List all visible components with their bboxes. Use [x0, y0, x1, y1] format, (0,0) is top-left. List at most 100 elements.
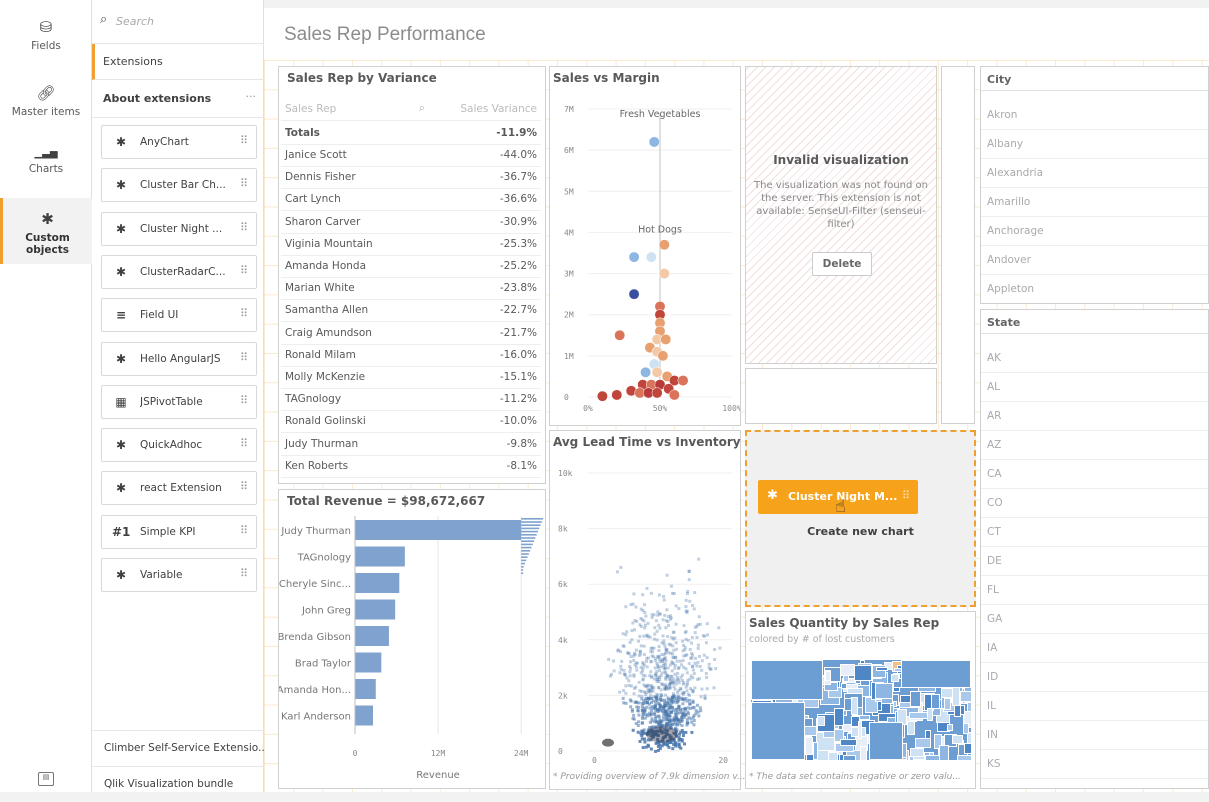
- lead-time-heatmap[interactable]: Avg Lead Time vs Inventory 0 2k 4k 6k 8k 10k 0…: [549, 430, 746, 790]
- treemap-tile[interactable]: [834, 708, 844, 727]
- filter-value[interactable]: CA: [981, 460, 1208, 489]
- scatter-point[interactable]: [657, 350, 669, 362]
- table-row[interactable]: Viginia Mountain -25.3%: [281, 234, 541, 256]
- treemap-tile[interactable]: [812, 742, 819, 760]
- treemap-tile[interactable]: [909, 747, 924, 757]
- drag-handle-icon[interactable]: ⠿: [240, 394, 248, 407]
- filter-value[interactable]: IN: [981, 721, 1208, 750]
- treemap-tile[interactable]: [817, 716, 825, 727]
- treemap-tile[interactable]: [939, 745, 950, 760]
- extension-item[interactable]: ✱ QuickAdhoc ⠿: [101, 428, 257, 463]
- treemap-tile[interactable]: [910, 690, 921, 707]
- drag-handle-icon[interactable]: ⠿: [240, 221, 248, 234]
- treemap-tile[interactable]: [751, 702, 805, 760]
- treemap-tile[interactable]: [751, 660, 823, 700]
- extension-item[interactable]: ▦ JSPivotTable ⠿: [101, 384, 257, 419]
- treemap-tile[interactable]: [963, 722, 969, 734]
- scatter-point[interactable]: [658, 268, 670, 280]
- treemap-tile[interactable]: [841, 682, 848, 689]
- drag-handle-icon[interactable]: ⠿: [240, 480, 248, 493]
- filter-value[interactable]: Akron: [981, 101, 1208, 130]
- treemap-tile[interactable]: [891, 673, 900, 682]
- state-filter[interactable]: State AK AL AR AZ CA CO CT DE FL GA IA ID IL IN KS: [980, 309, 1209, 789]
- col-header-sales-rep[interactable]: Sales Rep: [285, 103, 336, 115]
- filter-value[interactable]: AL: [981, 373, 1208, 402]
- drag-handle-icon[interactable]: ⠿: [240, 264, 248, 277]
- scatter-point[interactable]: [645, 251, 657, 263]
- table-row[interactable]: Janice Scott -44.0%: [281, 145, 541, 167]
- drag-handle-icon[interactable]: ⠿: [240, 307, 248, 320]
- treemap-tile[interactable]: [842, 675, 850, 683]
- bar[interactable]: [355, 652, 382, 673]
- treemap-tile[interactable]: [876, 666, 889, 672]
- treemap-tile[interactable]: [854, 664, 872, 681]
- variance-table[interactable]: Sales Rep by Variance Sales Rep ⌕ Sales …: [278, 66, 546, 484]
- filter-value[interactable]: Andover: [981, 246, 1208, 275]
- treemap-tile[interactable]: [915, 737, 932, 748]
- scatter-point[interactable]: [628, 288, 640, 300]
- bar[interactable]: [355, 705, 373, 726]
- scatter-point[interactable]: [677, 375, 689, 386]
- create-chart-dropzone[interactable]: ✱ Cluster Night M... ⠿ ☝ Create new char…: [745, 430, 976, 607]
- treemap-tile[interactable]: [802, 726, 817, 737]
- col-header-sales-variance[interactable]: Sales Variance: [460, 103, 537, 115]
- treemap-tile[interactable]: [901, 660, 971, 688]
- filter-value[interactable]: Alexandria: [981, 159, 1208, 188]
- scatter-point[interactable]: [596, 390, 608, 402]
- treemap-tile[interactable]: [850, 696, 858, 715]
- city-filter-header[interactable]: City: [981, 67, 1208, 91]
- filter-value[interactable]: AZ: [981, 431, 1208, 460]
- extension-item[interactable]: ✱ AnyChart ⠿: [101, 125, 257, 159]
- extension-item[interactable]: #1 Simple KPI ⠿: [101, 514, 257, 549]
- treemap-tile[interactable]: [840, 739, 858, 747]
- table-row[interactable]: Sharon Carver -30.9%: [281, 212, 541, 234]
- treemap-tile[interactable]: [907, 721, 915, 735]
- extension-item[interactable]: ✱ Hello AngularJS ⠿: [101, 341, 257, 376]
- search-input[interactable]: Search: [116, 15, 154, 28]
- table-row[interactable]: Molly McKenzie -15.1%: [281, 367, 541, 389]
- city-filter[interactable]: City Akron Albany Alexandria Amarillo Anchor…: [980, 66, 1209, 304]
- about-extensions-header[interactable]: About extensions ···: [92, 80, 264, 118]
- filter-value[interactable]: Amarillo: [981, 188, 1208, 217]
- filter-value[interactable]: AK: [981, 344, 1208, 373]
- filter-value[interactable]: CT: [981, 518, 1208, 547]
- drag-handle-icon[interactable]: ⠿: [240, 437, 248, 450]
- treemap-tile[interactable]: [944, 698, 951, 711]
- filter-value[interactable]: Albany: [981, 130, 1208, 159]
- drag-handle-icon[interactable]: ⠿: [240, 134, 248, 147]
- treemap-tile[interactable]: [930, 693, 940, 710]
- rail-master-items[interactable]: 🔗︎ Master items: [0, 84, 92, 118]
- filter-value[interactable]: FL: [981, 576, 1208, 605]
- extension-item[interactable]: ✱ Cluster Night ... ⠿: [101, 211, 257, 246]
- rail-charts[interactable]: ▁▃▅ Charts: [0, 148, 92, 175]
- treemap-tile[interactable]: [964, 742, 971, 755]
- filter-value[interactable]: CO: [981, 489, 1208, 518]
- extension-item[interactable]: ✱ Variable ⠿: [101, 558, 257, 592]
- treemap-tile[interactable]: [956, 754, 971, 760]
- drag-handle-icon[interactable]: ⠿: [240, 567, 248, 580]
- revenue-bar-chart[interactable]: Total Revenue = $98,672,667 0 12M 24M Reven…: [278, 489, 546, 789]
- table-row[interactable]: Craig Amundson -21.7%: [281, 323, 541, 345]
- bar[interactable]: [355, 599, 396, 620]
- scatter-point[interactable]: [658, 239, 670, 251]
- sheet-icon[interactable]: ▤: [38, 772, 54, 786]
- table-row[interactable]: Ronald Golinski -10.0%: [281, 411, 541, 434]
- table-row[interactable]: Amanda Honda -25.2%: [281, 256, 541, 278]
- sales-margin-scatter[interactable]: Sales vs Margin 0 1M 2M 3M 4M 5M 6M 7M 0% 50% 100%…: [549, 66, 741, 426]
- table-row[interactable]: Dennis Fisher -36.7%: [281, 167, 541, 190]
- treemap-tile[interactable]: [892, 700, 898, 708]
- bar[interactable]: [355, 573, 400, 593]
- filter-value[interactable]: Appleton: [981, 275, 1208, 303]
- treemap-tile[interactable]: [804, 737, 813, 756]
- sales-quantity-treemap[interactable]: Sales Quantity by Sales Rep colored by #…: [745, 611, 976, 789]
- treemap-tile[interactable]: [857, 721, 863, 740]
- scatter-point[interactable]: [611, 389, 623, 401]
- scatter-point[interactable]: [628, 251, 640, 263]
- delete-button[interactable]: Delete: [812, 252, 872, 276]
- drag-handle-icon[interactable]: ⠿: [240, 351, 248, 364]
- filter-value[interactable]: IA: [981, 634, 1208, 663]
- tab-extensions[interactable]: Extensions: [92, 44, 264, 80]
- treemap-tile[interactable]: [825, 671, 832, 681]
- filter-value[interactable]: KS: [981, 750, 1208, 779]
- bar[interactable]: [355, 520, 522, 540]
